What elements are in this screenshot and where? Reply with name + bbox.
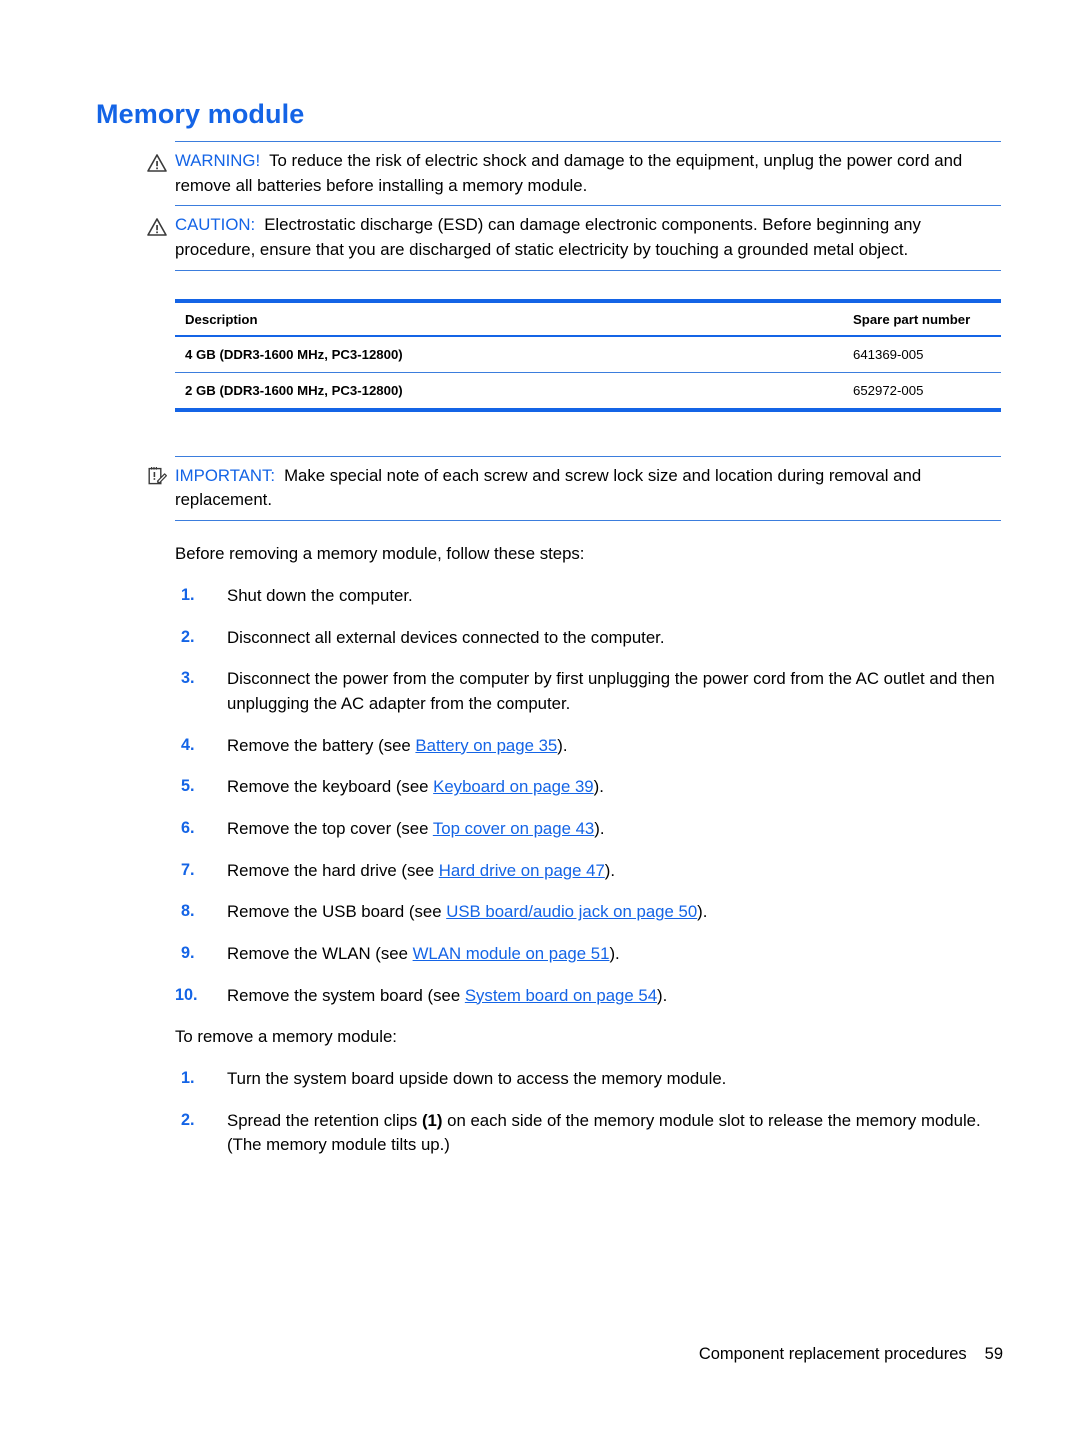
step-text: Remove the system board (see <box>227 985 465 1005</box>
step-text: Remove the hard drive (see <box>227 860 439 880</box>
cross-reference-link[interactable]: Battery on page 35 <box>415 736 557 755</box>
important-admonition: IMPORTANT: Make special note of each scre… <box>148 455 1001 522</box>
step-text-suffix: ). <box>697 902 708 922</box>
step-text: Remove the WLAN (see <box>227 944 413 963</box>
table-header-row: Description Spare part number <box>175 298 1001 337</box>
document-page: Memory module WARNING! To reduce the risk… <box>0 0 1080 1437</box>
step-number: 10. <box>175 985 198 1004</box>
list-item: 2. Spread the retention clips (1) on eac… <box>175 1109 1001 1158</box>
step-text: Turn the system board upside down to acc… <box>227 1069 727 1089</box>
page-content: WARNING! To reduce the risk of electric s… <box>147 141 1001 1158</box>
warning-text-block: WARNING! To reduce the risk of electric s… <box>175 149 1001 198</box>
list-item: 4. Remove the battery (see Battery on pa… <box>175 734 1001 759</box>
step-text-suffix: ). <box>557 735 568 755</box>
cross-reference-link[interactable]: Top cover on page 43 <box>433 819 594 838</box>
step-number: 2. <box>181 627 195 646</box>
caution-label: CAUTION: <box>175 215 256 235</box>
step-text-suffix: ). <box>594 818 605 838</box>
cell-spare-part-number: 652972-005 <box>843 372 1001 412</box>
step-text: Spread the retention clips <box>227 1110 422 1130</box>
step-number: 2. <box>181 1110 195 1129</box>
caution-admonition: CAUTION: Electrostatic discharge (ESD) ca… <box>147 206 1001 271</box>
footer-label: Component replacement procedures <box>698 1345 967 1363</box>
notepad-pencil-icon <box>146 465 168 487</box>
page-footer: Component replacement procedures 59 <box>0 1345 1003 1364</box>
spare-parts-table: Description Spare part number 4 GB (DDR3… <box>175 298 1001 412</box>
list-item: 1. Turn the system board upside down to … <box>175 1067 1001 1092</box>
column-header-description: Description <box>175 298 843 337</box>
step-text: Remove the top cover (see <box>227 818 433 838</box>
footer-page-number: 59 <box>984 1345 1003 1363</box>
cross-reference-link[interactable]: Keyboard on page 39 <box>433 777 594 796</box>
step-number: 5. <box>181 777 195 796</box>
step-text: Remove the keyboard (see <box>227 777 434 797</box>
prep-steps-list: 1. Shut down the computer. 2. Disconnect… <box>175 584 1001 1009</box>
column-header-spare-part-number: Spare part number <box>843 298 1001 337</box>
step-text: Disconnect all external devices connecte… <box>227 627 665 647</box>
step-number: 1. <box>181 585 195 604</box>
step-text: Remove the USB board (see <box>227 902 447 922</box>
remove-steps-list: 1. Turn the system board upside down to … <box>175 1067 1001 1158</box>
cross-reference-link[interactable]: System board on page 54 <box>465 986 657 1005</box>
list-item: 9. Remove the WLAN (see WLAN module on p… <box>175 942 1001 967</box>
cross-reference-link[interactable]: WLAN module on page 51 <box>413 944 610 963</box>
warning-admonition: WARNING! To reduce the risk of electric s… <box>147 141 1001 207</box>
intro-paragraph: Before removing a memory module, follow … <box>175 544 585 564</box>
caution-text: Electrostatic discharge (ESD) can damage… <box>175 215 921 260</box>
step-number: 3. <box>181 669 195 688</box>
caution-text-block: CAUTION: Electrostatic discharge (ESD) ca… <box>175 213 1001 262</box>
step-number: 8. <box>181 902 195 921</box>
step-number: 7. <box>181 860 195 879</box>
important-text: Make special note of each screw and scre… <box>175 465 922 510</box>
step-text-suffix: ). <box>604 860 616 880</box>
warning-triangle-icon <box>146 216 168 238</box>
cell-description: 2 GB (DDR3-1600 MHz, PC3-12800) <box>175 372 843 412</box>
step-text-suffix: ). <box>593 777 604 797</box>
step-number: 9. <box>181 944 195 962</box>
cross-reference-link[interactable]: Hard drive on page 47 <box>439 861 605 880</box>
remove-paragraph: To remove a memory module: <box>175 1027 397 1047</box>
step-text-suffix: ). <box>609 944 620 963</box>
step-number: 6. <box>181 818 195 837</box>
table-row: 4 GB (DDR3-1600 MHz, PC3-12800) 641369-0… <box>175 335 1001 373</box>
step-number: 4. <box>181 735 195 754</box>
warning-text: To reduce the risk of electric shock and… <box>175 151 963 195</box>
step-text: Remove the battery (see <box>227 735 416 755</box>
important-label: IMPORTANT: <box>175 465 276 485</box>
step-text-suffix: ). <box>657 985 668 1005</box>
list-item: 3. Disconnect the power from the compute… <box>175 667 1001 716</box>
warning-label: WARNING! <box>175 151 261 170</box>
list-item: 7. Remove the hard drive (see Hard drive… <box>175 859 1001 884</box>
warning-triangle-icon <box>146 152 168 174</box>
important-text-block: IMPORTANT: Make special note of each scre… <box>175 464 1001 513</box>
list-item: 8. Remove the USB board (see USB board/a… <box>175 900 1001 925</box>
table-row: 2 GB (DDR3-1600 MHz, PC3-12800) 652972-0… <box>175 372 1001 412</box>
page-title: Memory module <box>96 99 305 129</box>
cell-spare-part-number: 641369-005 <box>843 335 1001 373</box>
cross-reference-link[interactable]: USB board/audio jack on page 50 <box>446 902 697 921</box>
cell-description: 4 GB (DDR3-1600 MHz, PC3-12800) <box>175 335 843 373</box>
list-item: 10. Remove the system board (see System … <box>175 984 1001 1009</box>
step-text: Disconnect the power from the computer b… <box>227 669 995 713</box>
callout-reference: (1) <box>421 1110 443 1130</box>
list-item: 6. Remove the top cover (see Top cover o… <box>175 817 1001 842</box>
list-item: 2. Disconnect all external devices conne… <box>175 626 1001 651</box>
step-text: Shut down the computer. <box>227 585 413 605</box>
step-number: 1. <box>181 1069 195 1088</box>
list-item: 5. Remove the keyboard (see Keyboard on … <box>175 775 1001 800</box>
list-item: 1. Shut down the computer. <box>175 584 1001 609</box>
